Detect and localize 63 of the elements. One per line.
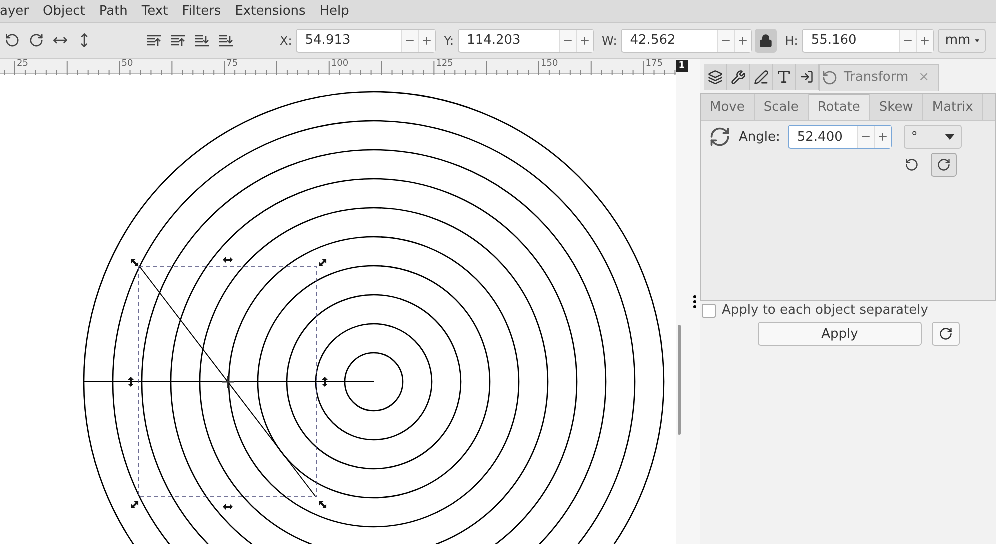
layers-icon[interactable]: [704, 64, 727, 90]
angle-field[interactable]: 52.400: [788, 125, 892, 149]
ruler-label: 50: [122, 59, 134, 69]
number-field[interactable]: 54.913: [296, 28, 436, 52]
plus-icon[interactable]: [874, 126, 892, 148]
field-label: Y:: [444, 34, 454, 48]
page-badge: 1: [676, 60, 688, 72]
number-field[interactable]: 55.160: [802, 28, 934, 52]
minus-icon[interactable]: [401, 30, 418, 52]
unit-dropdown[interactable]: mm: [938, 28, 986, 52]
plus-icon[interactable]: [418, 30, 436, 52]
number-field[interactable]: 114.203: [458, 28, 594, 52]
plus-icon[interactable]: [576, 30, 594, 52]
brush-icon[interactable]: [750, 64, 773, 90]
transform-handle-icon: [131, 259, 139, 267]
rotate-cw-icon[interactable]: [931, 153, 957, 177]
number-field[interactable]: 42.562: [621, 28, 752, 52]
dock-handle-icon[interactable]: [693, 294, 697, 308]
wrench-icon[interactable]: [727, 64, 750, 90]
rotate-object-icon: [709, 126, 731, 148]
apply-button[interactable]: Apply: [758, 322, 922, 346]
transform-handle-icon: [131, 501, 139, 509]
menu-item[interactable]: Help: [320, 4, 350, 18]
plus-icon[interactable]: [734, 30, 752, 52]
angle-label: Angle:: [739, 130, 780, 144]
menu-item[interactable]: Extensions: [235, 4, 306, 18]
ruler-label: 100: [331, 59, 349, 69]
menu-item[interactable]: Path: [99, 4, 128, 18]
transform-handle-icon: [322, 377, 328, 387]
menu-item[interactable]: Filters: [182, 4, 222, 18]
dropdown-arrow-icon: [945, 134, 956, 140]
text-icon[interactable]: [773, 64, 796, 90]
field-label: W:: [602, 34, 618, 48]
minus-icon[interactable]: [899, 30, 916, 52]
ruler-label: 25: [17, 59, 28, 69]
transform-handle-icon: [223, 504, 233, 510]
reset-icon: [939, 327, 953, 341]
lock-icon[interactable]: [755, 28, 778, 52]
menu-item[interactable]: Object: [43, 4, 86, 18]
minus-icon[interactable]: [717, 30, 734, 52]
dropdown-arrow-icon: [974, 38, 980, 44]
menu-item[interactable]: Text: [142, 4, 168, 18]
transform-handle-icon: [319, 501, 327, 509]
minus-icon[interactable]: [559, 30, 576, 52]
field-label: X:: [280, 34, 292, 48]
ruler-label: 150: [541, 59, 558, 69]
angle-unit-dropdown[interactable]: °: [904, 125, 962, 149]
plus-icon[interactable]: [916, 30, 934, 52]
transform-handle-icon: [319, 259, 327, 267]
ruler-label: 75: [226, 59, 238, 69]
tab[interactable]: Rotate: [808, 94, 870, 120]
transform-handle-icon: [128, 377, 134, 387]
field-label: H:: [785, 34, 798, 48]
apply-separately-checkbox[interactable]: Apply to each object separately: [700, 301, 996, 318]
ruler-label: 125: [436, 59, 454, 69]
transform-handle-icon: [223, 257, 233, 263]
ruler-label: 175: [646, 59, 663, 69]
menu-item[interactable]: ayer: [0, 4, 30, 18]
rotate-icon: [822, 70, 838, 86]
minus-icon[interactable]: [857, 126, 874, 148]
reset-button[interactable]: [932, 322, 960, 346]
export-icon[interactable]: [796, 64, 819, 90]
scrollbar-thumb[interactable]: [678, 325, 681, 435]
